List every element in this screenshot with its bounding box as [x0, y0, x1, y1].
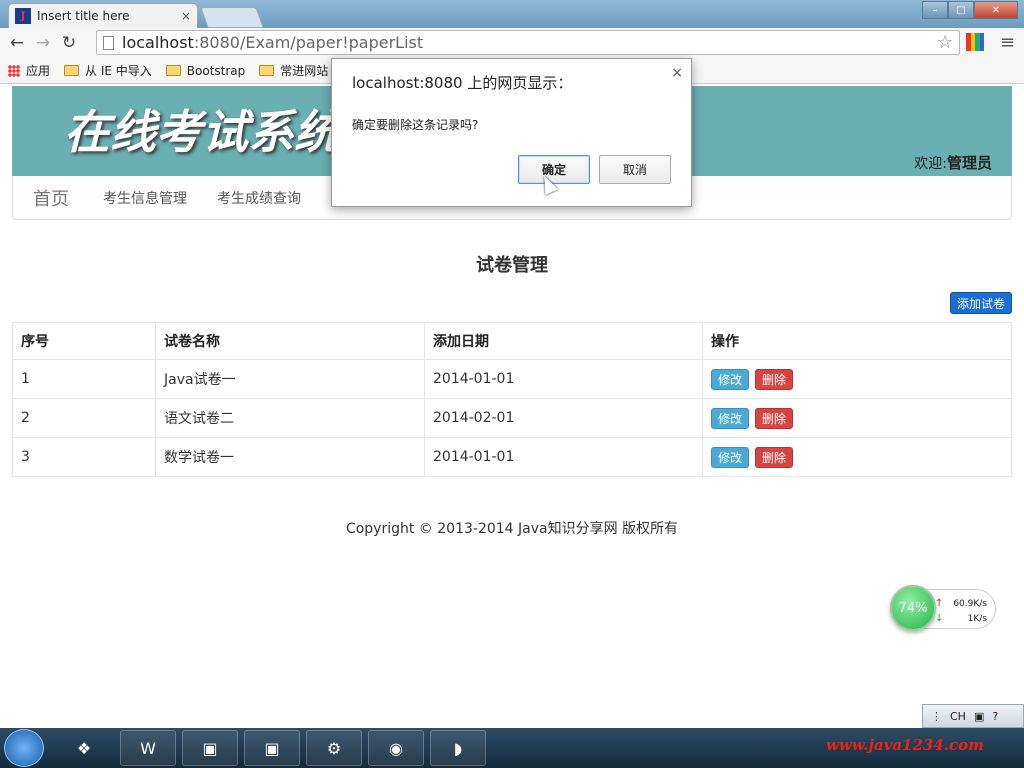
confirm-dialog: localhost:8080 上的网页显示： × 确定要删除这条记录吗? 确定 … — [331, 58, 692, 207]
apps-grid-icon — [8, 64, 20, 77]
ime-language[interactable]: CH — [950, 710, 966, 723]
page-title: 试卷管理 — [476, 255, 548, 276]
cell-date: 2014-01-01 — [424, 437, 703, 477]
bookmark-apps[interactable]: 应用 — [8, 62, 50, 79]
table-row: 3 数学试卷一 2014-01-01 修改 删除 — [12, 437, 1012, 477]
dialog-title: localhost:8080 上的网页显示： — [352, 74, 573, 92]
delete-button[interactable]: 删除 — [755, 407, 793, 429]
cell-date: 2014-02-01 — [424, 398, 703, 438]
download-speed: 1K/s — [967, 614, 987, 624]
ime-grip-icon: ⋮ — [931, 709, 942, 723]
dolphin-app-icon[interactable]: ◗ — [430, 730, 486, 766]
windows-logo-icon[interactable]: ❖ — [56, 730, 112, 766]
col-header-date: 添加日期 — [424, 322, 703, 360]
ime-help-icon[interactable]: ? — [992, 710, 998, 723]
cell-id: 3 — [12, 437, 156, 477]
start-button[interactable] — [4, 729, 44, 767]
reload-icon[interactable]: ↻ — [56, 33, 82, 53]
cell-actions: 修改 删除 — [702, 359, 1012, 399]
new-tab-button[interactable] — [200, 7, 264, 28]
dialog-close-icon[interactable]: × — [671, 65, 683, 81]
page-icon — [103, 35, 114, 50]
maximize-button[interactable]: □ — [948, 1, 974, 19]
browser-tab-bar: J Insert title here × – □ ✕ — [0, 0, 1024, 28]
minimize-button[interactable]: – — [922, 1, 948, 19]
nav-score-query[interactable]: 考生成绩查询 — [217, 188, 301, 208]
bookmark-star-icon[interactable]: ☆ — [937, 32, 953, 53]
chrome-icon[interactable]: ◉ — [368, 730, 424, 766]
ime-language-bar[interactable]: ⋮ CH ▣ ? — [922, 704, 1024, 728]
folder-icon — [165, 65, 181, 76]
site-logo: 在线考试系统 — [64, 105, 340, 159]
cell-date: 2014-01-01 — [424, 359, 703, 399]
page-footer: Copyright © 2013-2014 Java知识分享网 版权所有 — [345, 521, 679, 537]
browser-tab[interactable]: J Insert title here × — [8, 3, 198, 28]
tab-title: Insert title here — [37, 9, 130, 23]
delete-button[interactable]: 删除 — [755, 446, 793, 468]
edit-button[interactable]: 修改 — [711, 446, 749, 468]
back-arrow-icon[interactable]: ← — [4, 33, 30, 53]
cell-id: 2 — [12, 398, 156, 438]
app-icon[interactable]: ▣ — [182, 730, 238, 766]
download-arrow-icon: ↓ — [935, 613, 944, 624]
table-row: 2 语文试卷二 2014-02-01 修改 删除 — [12, 398, 1012, 438]
url-text: localhost:8080/Exam/paper!paperList — [122, 33, 424, 52]
col-header-actions: 操作 — [702, 322, 1012, 360]
ime-keyboard-icon[interactable]: ▣ — [974, 710, 984, 723]
cell-name: 数学试卷一 — [155, 437, 425, 477]
col-header-name: 试卷名称 — [155, 322, 425, 360]
forward-arrow-icon[interactable]: → — [30, 33, 56, 53]
dialog-cancel-button[interactable]: 取消 — [599, 155, 671, 184]
cell-actions: 修改 删除 — [702, 398, 1012, 438]
table-header-row: 序号 试卷名称 添加日期 操作 — [12, 322, 1012, 360]
dialog-message: 确定要删除这条记录吗? — [352, 118, 479, 132]
cell-id: 1 — [12, 359, 156, 399]
memory-gauge: 74% — [890, 585, 936, 631]
bookmark-bootstrap[interactable]: Bootstrap — [165, 64, 245, 78]
cell-name: 语文试卷二 — [155, 398, 425, 438]
folder-icon — [259, 65, 275, 76]
folder-icon — [64, 65, 80, 76]
eclipse-javaee-icon[interactable]: ⚙ — [306, 730, 362, 766]
app-icon[interactable]: ▣ — [244, 730, 300, 766]
watermark-brand: www.java1234.com — [826, 736, 985, 754]
cell-actions: 修改 删除 — [702, 437, 1012, 477]
bookmark-ie-import[interactable]: 从 IE 中导入 — [64, 62, 152, 79]
nav-home[interactable]: 首页 — [33, 185, 69, 211]
close-window-button[interactable]: ✕ — [974, 1, 1018, 19]
window-controls: – □ ✕ — [922, 1, 1018, 19]
add-paper-button[interactable]: 添加试卷 — [950, 292, 1012, 314]
cell-name: Java试卷一 — [155, 359, 425, 399]
col-header-id: 序号 — [12, 322, 156, 360]
bookmark-frequent-sites[interactable]: 常进网站 — [259, 62, 328, 79]
edit-button[interactable]: 修改 — [711, 407, 749, 429]
edit-button[interactable]: 修改 — [711, 368, 749, 390]
network-speed-widget[interactable]: ↑ 60.9K/s ↓ 1K/s 74% — [890, 585, 998, 631]
delete-button[interactable]: 删除 — [755, 368, 793, 390]
address-bar[interactable]: localhost:8080/Exam/paper!paperList ☆ — [96, 30, 960, 55]
extension-icon[interactable] — [966, 33, 984, 51]
nav-student-info[interactable]: 考生信息管理 — [103, 188, 187, 208]
browser-menu-icon[interactable]: ≡ — [1000, 32, 1015, 53]
windows-taskbar: ❖ W ▣ ▣ ⚙ ◉ ◗ www.java1234.com — [0, 728, 1024, 768]
current-user: 管理员 — [946, 154, 992, 172]
welcome-text: 欢迎:管理员 — [914, 154, 992, 172]
upload-arrow-icon: ↑ — [935, 598, 944, 609]
upload-speed: 60.9K/s — [953, 599, 987, 609]
tab-close-icon[interactable]: × — [181, 9, 191, 23]
table-row: 1 Java试卷一 2014-01-01 修改 删除 — [12, 359, 1012, 399]
wps-writer-icon[interactable]: W — [120, 730, 176, 766]
favicon-icon: J — [15, 8, 31, 24]
paper-table: 序号 试卷名称 添加日期 操作 1 Java试卷一 2014-01-01 修改删… — [12, 322, 1012, 477]
